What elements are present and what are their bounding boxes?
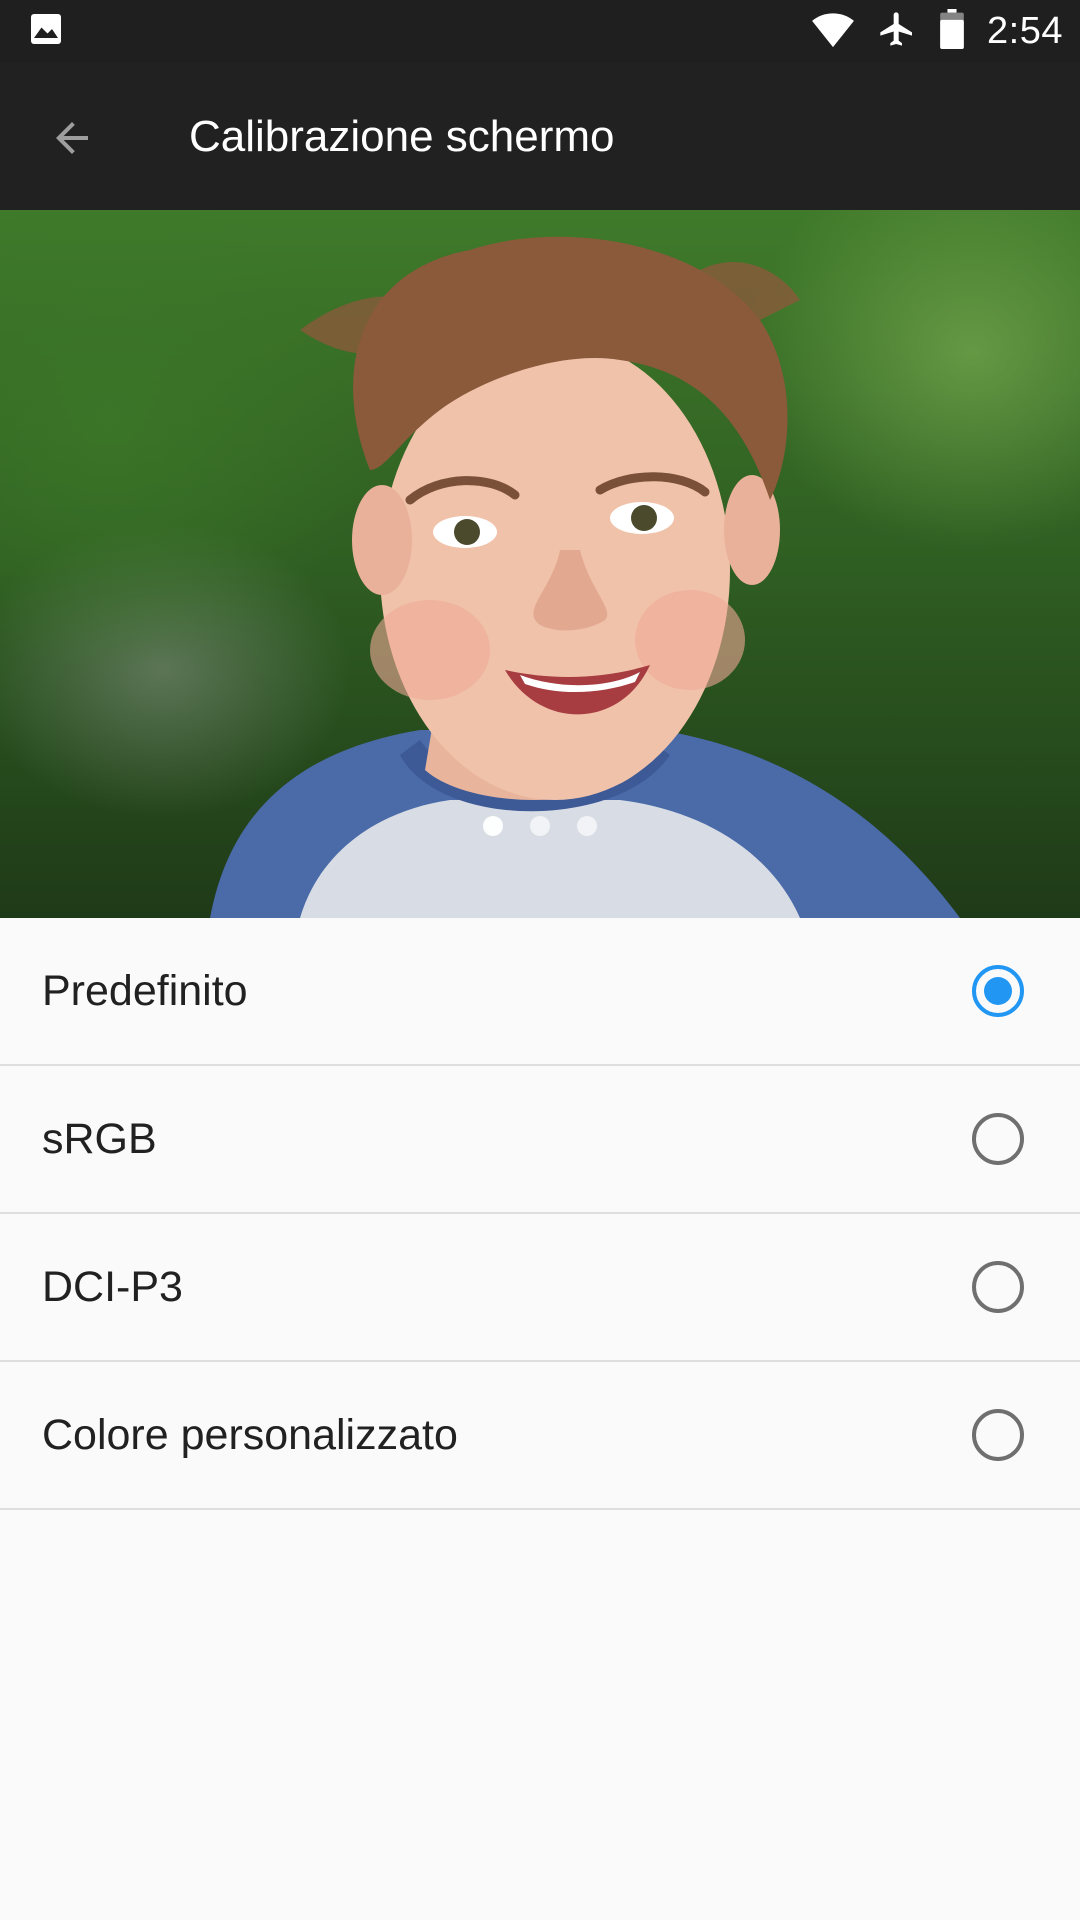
calibration-preview-image[interactable] [0,210,1080,918]
option-label: Predefinito [42,966,248,1015]
boy-portrait-image [210,236,960,918]
app-bar: Calibrazione schermo [0,63,1080,210]
arrow-back-icon [48,114,96,167]
battery-icon [939,9,965,54]
radio-button-checked[interactable] [972,965,1024,1017]
radio-button[interactable] [972,1261,1024,1313]
radio-button[interactable] [972,1409,1024,1461]
radio-button[interactable] [972,1113,1024,1165]
airplane-mode-icon [877,9,917,54]
option-srgb[interactable]: sRGB [0,1066,1080,1214]
image-notification-icon [28,11,64,52]
preview-pager [0,816,1080,836]
pager-dot-2[interactable] [530,816,550,836]
option-dci-p3[interactable]: DCI-P3 [0,1214,1080,1362]
page-title: Calibrazione schermo [189,111,615,161]
pager-dot-1[interactable] [483,816,503,836]
pager-dot-3[interactable] [577,816,597,836]
option-label: DCI-P3 [42,1262,183,1311]
calibration-options-list: Predefinito sRGB DCI-P3 Colore personali… [0,918,1080,1510]
option-label: sRGB [42,1114,157,1163]
status-bar: 2:54 [0,0,1080,63]
status-time: 2:54 [987,10,1063,52]
option-colore-personalizzato[interactable]: Colore personalizzato [0,1362,1080,1510]
wifi-icon [811,9,855,54]
back-button[interactable] [30,98,114,182]
option-predefinito[interactable]: Predefinito [0,918,1080,1066]
option-label: Colore personalizzato [42,1410,458,1459]
